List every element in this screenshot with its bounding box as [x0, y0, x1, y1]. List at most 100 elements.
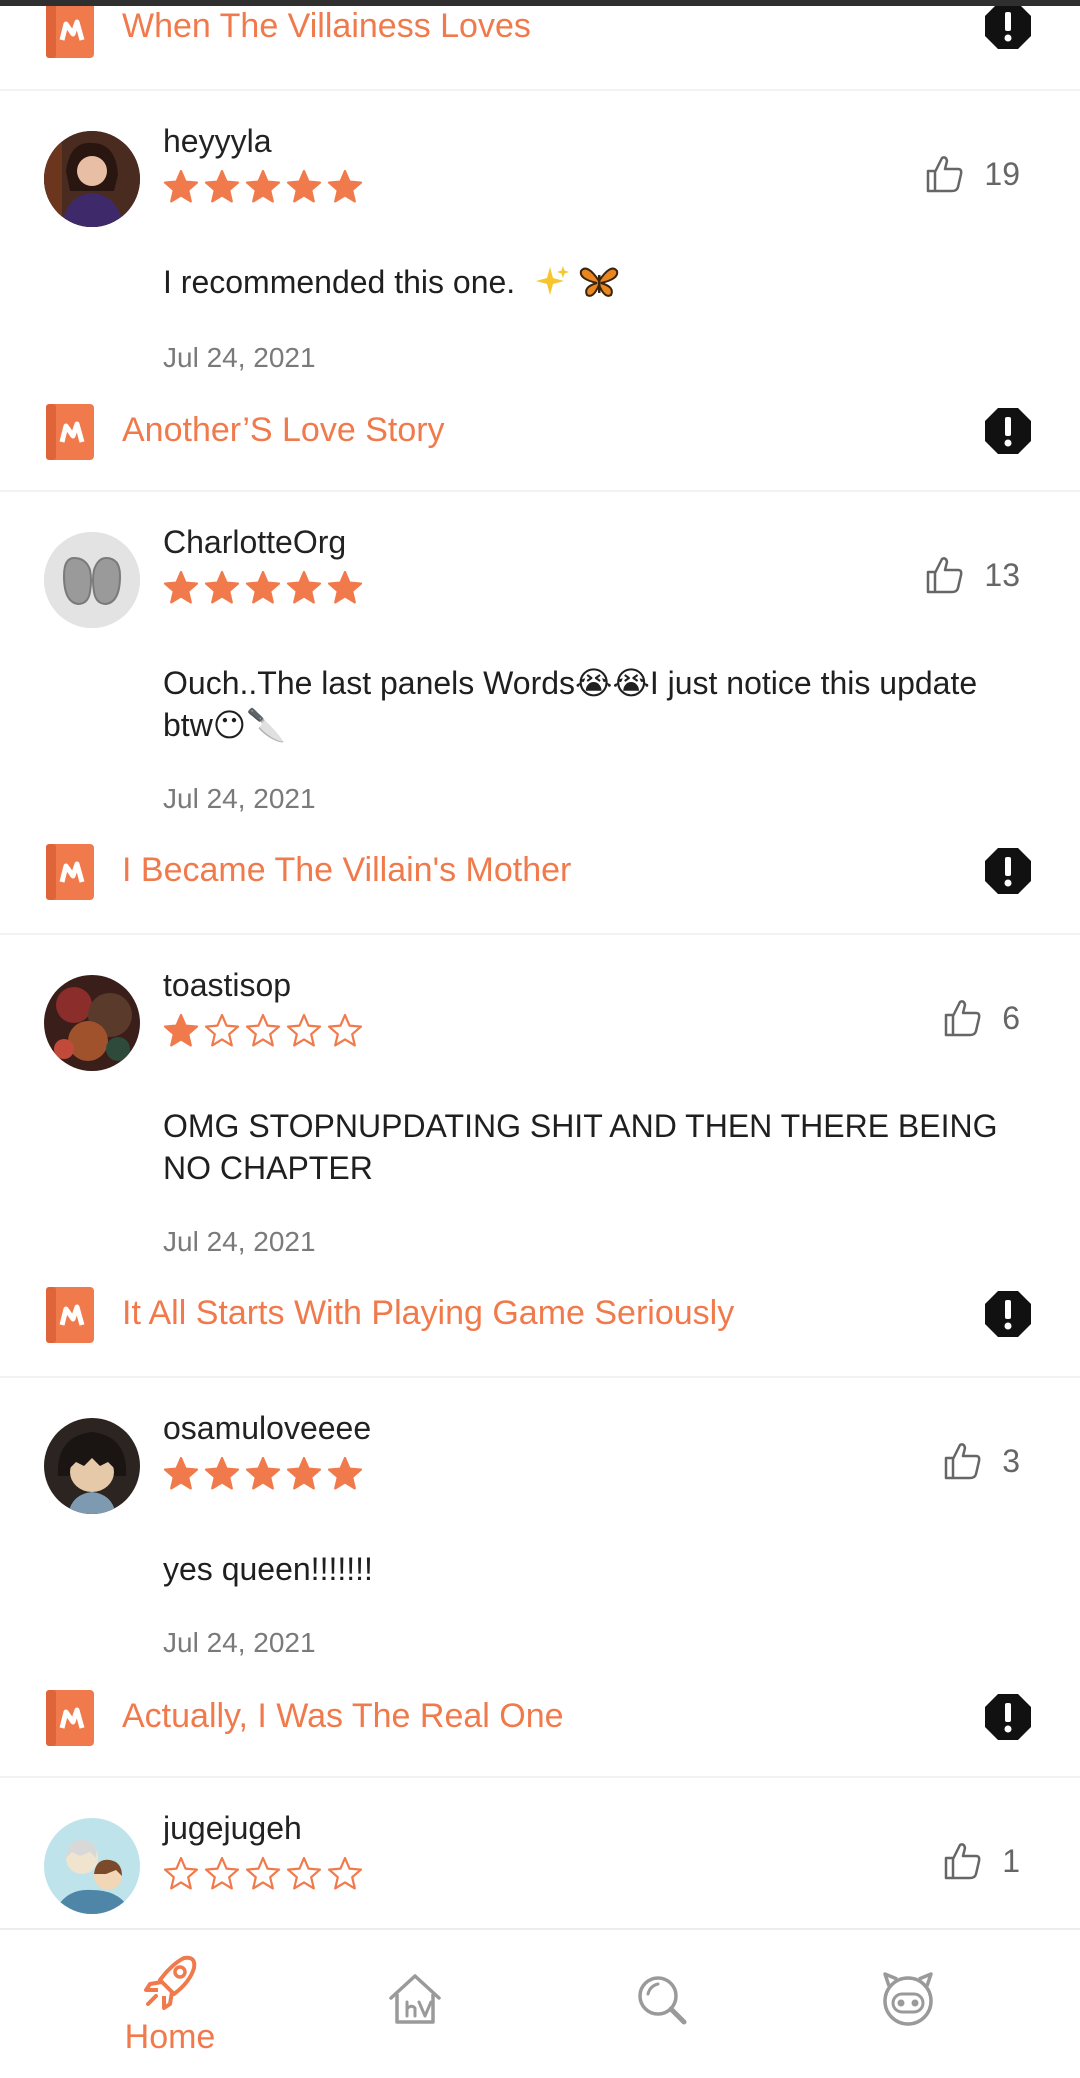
- like-count: 13: [984, 556, 1020, 593]
- star-filled-icon: [163, 570, 199, 604]
- star-filled-icon: [327, 169, 363, 203]
- report-icon[interactable]: [984, 1693, 1032, 1741]
- thumbs-up-icon[interactable]: [942, 1440, 984, 1482]
- book-title[interactable]: It All Starts With Playing Game Seriousl…: [122, 1293, 734, 1333]
- book-title[interactable]: I Became The Villain's Mother: [122, 850, 571, 890]
- comment-text: Ouch..The last panels Words😭😭I just noti…: [163, 665, 978, 743]
- star-filled-icon: [245, 570, 281, 604]
- profile-face-icon[interactable]: [879, 1970, 937, 2028]
- comment-text: I recommended this one.: [163, 261, 1013, 303]
- thumbs-up-icon[interactable]: [942, 997, 984, 1039]
- star-rating: [163, 1013, 363, 1049]
- like-button[interactable]: 3: [942, 1440, 1020, 1482]
- book-row[interactable]: Another’S Love Story: [0, 401, 1080, 492]
- comment-card: CharlotteOrg 13 Ouch..The last panels Wo…: [0, 492, 1080, 843]
- avatar-image: [44, 975, 140, 1071]
- comment-feed: When The Villainess Loves heyyyla 19 I r…: [0, 0, 1080, 2078]
- comment-card: osamuloveeee 3 yes queen!!!!!!! Jul 24, …: [0, 1378, 1080, 1687]
- comment-date: Jul 24, 2021: [163, 1226, 316, 1257]
- search-icon[interactable]: [634, 1972, 690, 2028]
- comment-text: yes queen!!!!!!!: [163, 1551, 373, 1587]
- comment-text-content: I recommended this one.: [163, 264, 516, 300]
- star-filled-icon: [163, 1013, 199, 1047]
- bottom-navigation: Home: [0, 1928, 1080, 2071]
- star-filled-icon: [204, 570, 240, 604]
- book-row[interactable]: Actually, I Was The Real One: [0, 1687, 1080, 1778]
- like-count: 6: [1002, 999, 1020, 1036]
- thumbs-up-icon[interactable]: [924, 554, 966, 596]
- avatar[interactable]: [44, 1418, 140, 1514]
- avatar-image: [44, 1818, 140, 1914]
- report-icon[interactable]: [984, 2, 1032, 50]
- nav-item-home-tv[interactable]: [280, 1930, 550, 2071]
- star-empty-icon: [286, 1013, 322, 1047]
- rocket-icon[interactable]: [140, 1952, 200, 2012]
- star-filled-icon: [327, 570, 363, 604]
- book-icon: [46, 844, 94, 900]
- comment-date: Jul 24, 2021: [163, 1627, 316, 1658]
- star-empty-icon: [204, 1013, 240, 1047]
- nav-item-home[interactable]: Home: [35, 1930, 305, 2071]
- butterfly-emoji: [579, 267, 619, 297]
- report-icon[interactable]: [984, 407, 1032, 455]
- like-button[interactable]: 19: [924, 153, 1020, 195]
- book-title[interactable]: When The Villainess Loves: [122, 6, 531, 46]
- like-count: 19: [984, 155, 1020, 192]
- book-row[interactable]: I Became The Villain's Mother: [0, 843, 1080, 935]
- star-empty-icon: [204, 1856, 240, 1890]
- star-rating: [163, 1456, 363, 1492]
- username[interactable]: toastisop: [163, 965, 291, 1005]
- book-row[interactable]: When The Villainess Loves: [0, 0, 1080, 91]
- star-filled-icon: [245, 1456, 281, 1490]
- comment-card: heyyyla 19 I recommended this one. Jul 2…: [0, 91, 1080, 401]
- avatar[interactable]: [44, 975, 140, 1071]
- star-filled-icon: [286, 169, 322, 203]
- book-title[interactable]: Actually, I Was The Real One: [122, 1696, 564, 1736]
- username[interactable]: CharlotteOrg: [163, 522, 346, 562]
- avatar-placeholder: [44, 532, 140, 628]
- username[interactable]: jugejugeh: [163, 1808, 302, 1848]
- nav-item-profile[interactable]: [774, 1930, 1044, 2071]
- comment-date: Jul 24, 2021: [163, 783, 316, 814]
- book-icon: [46, 404, 94, 460]
- book-title[interactable]: Another’S Love Story: [122, 410, 445, 450]
- avatar[interactable]: [44, 532, 140, 628]
- thumbs-up-icon[interactable]: [942, 1840, 984, 1882]
- like-button[interactable]: 13: [924, 554, 1020, 596]
- book-row[interactable]: It All Starts With Playing Game Seriousl…: [0, 1286, 1080, 1378]
- avatar[interactable]: [44, 131, 140, 227]
- star-empty-icon: [245, 1856, 281, 1890]
- star-empty-icon: [245, 1013, 281, 1047]
- star-rating: [163, 1856, 363, 1892]
- report-icon[interactable]: [984, 847, 1032, 895]
- avatar[interactable]: [44, 1818, 140, 1914]
- star-filled-icon: [286, 570, 322, 604]
- home-tv-icon[interactable]: [387, 1972, 443, 2028]
- comment-date: Jul 24, 2021: [163, 342, 316, 373]
- report-icon[interactable]: [984, 1290, 1032, 1338]
- star-filled-icon: [327, 1456, 363, 1490]
- sparkles-emoji: [536, 266, 570, 295]
- book-icon: [46, 1690, 94, 1746]
- username[interactable]: heyyyla: [163, 121, 272, 161]
- star-filled-icon: [245, 169, 281, 203]
- star-filled-icon: [163, 1456, 199, 1490]
- star-filled-icon: [286, 1456, 322, 1490]
- username[interactable]: osamuloveeee: [163, 1408, 371, 1448]
- star-filled-icon: [204, 169, 240, 203]
- like-button[interactable]: 1: [942, 1840, 1020, 1882]
- star-filled-icon: [163, 169, 199, 203]
- star-rating: [163, 169, 363, 205]
- thumbs-up-icon[interactable]: [924, 153, 966, 195]
- avatar-image: [44, 1418, 140, 1514]
- like-button[interactable]: 6: [942, 997, 1020, 1039]
- nav-item-search[interactable]: [527, 1930, 797, 2071]
- like-count: 3: [1002, 1442, 1020, 1479]
- star-rating: [163, 570, 363, 606]
- book-icon: [46, 1287, 94, 1343]
- comment-card: toastisop 6 OMG STOPNUPDATING SHIT AND T…: [0, 935, 1080, 1286]
- star-empty-icon: [286, 1856, 322, 1890]
- like-count: 1: [1002, 1842, 1020, 1879]
- comment-text: OMG STOPNUPDATING SHIT AND THEN THERE BE…: [163, 1108, 998, 1186]
- star-empty-icon: [163, 1856, 199, 1890]
